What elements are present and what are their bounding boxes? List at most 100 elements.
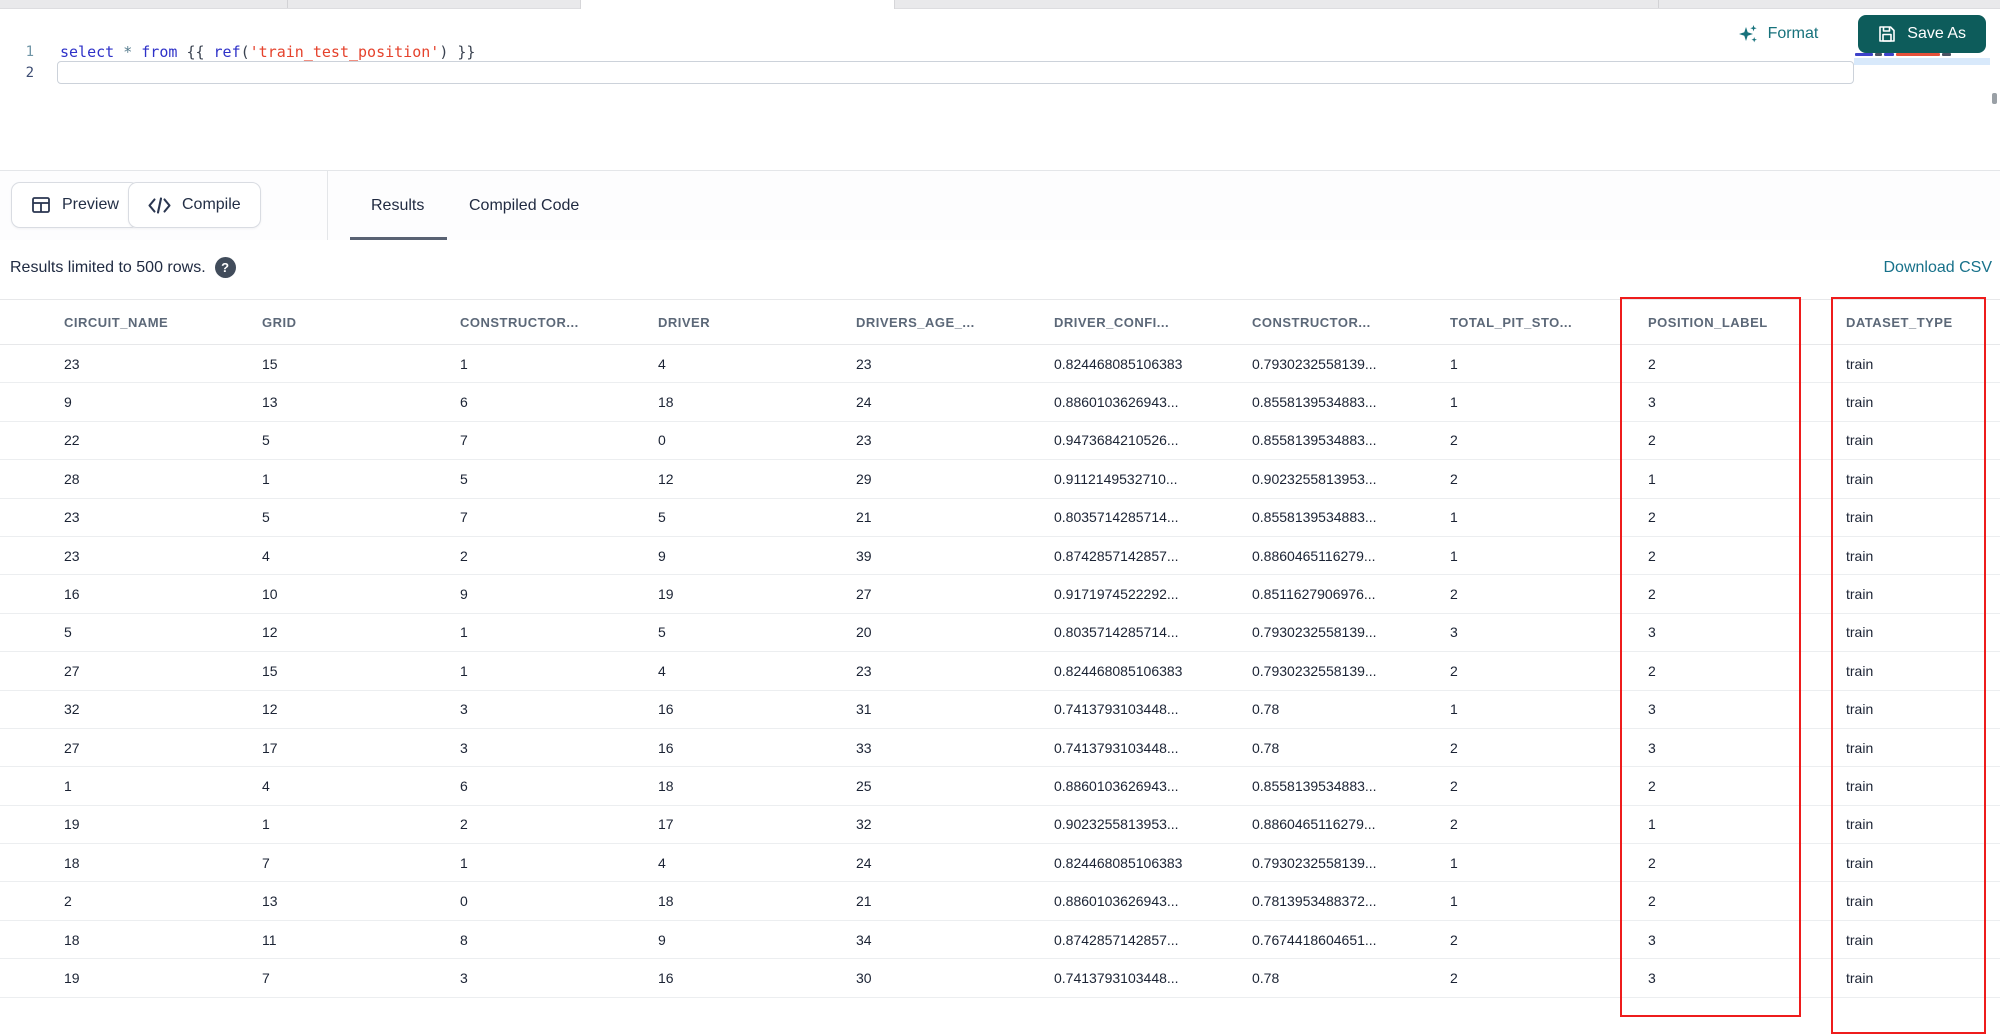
table-cell: 9 [64,394,72,411]
column-header: CONSTRUCTOR... [1252,314,1371,330]
table-cell: 0.824468085106383 [1054,662,1183,679]
table-cell: 18 [64,931,80,948]
column-header: CIRCUIT_NAME [64,314,169,330]
table-cell: 10 [262,586,278,603]
tab-results[interactable]: Results [371,171,424,240]
table-cell: train [1846,854,1874,871]
help-icon[interactable]: ? [214,257,236,278]
table-cell: 32 [856,816,872,833]
table-cell: 13 [262,394,278,411]
table-cell: 23 [856,355,872,372]
table-row: 23 5 7 5 21 0.8035714285714... 0.8558139534883… [0,499,2000,537]
preview-button[interactable]: Preview [11,182,139,228]
table-cell: 0.824468085106383 [1054,355,1183,372]
table-cell: 28 [64,470,80,487]
table-cell: 2 [1648,547,1656,564]
table-cell: 0.8558139534883... [1252,777,1377,794]
table-cell: 11 [262,931,277,948]
table-cell: 0.8860103626943... [1054,893,1179,910]
table-cell: 32 [64,701,80,718]
minimap[interactable] [1854,53,1990,65]
table-cell: 9 [658,931,666,948]
active-line-highlight [57,61,1854,84]
table-cell: 0 [460,893,468,910]
table-cell: 23 [64,355,80,372]
table-cell: 0.7674418604651... [1252,931,1377,948]
compile-button[interactable]: Compile [128,182,261,228]
table-cell: 3 [1648,624,1656,641]
table-cell: train [1846,355,1874,372]
table-cell: 4 [658,854,666,871]
table-cell: 1 [1450,854,1458,871]
table-cell: 5 [658,624,666,641]
column-header: GRID [262,314,297,330]
table-cell: 5 [460,470,468,487]
table-cell: 21 [856,509,872,526]
scrollbar-handle[interactable] [1992,93,1997,104]
active-file-tab[interactable] [580,0,895,9]
table-cell: 5 [64,624,72,641]
table-cell: 0.7413793103448... [1054,739,1179,756]
editor-actions: Format Save As [1732,15,1986,53]
table-cell: 34 [856,931,872,948]
table-cell: train [1846,816,1874,833]
sql-code-line[interactable]: select * from {{ ref('train_test_positio… [60,42,475,62]
table-cell: 7 [460,509,468,526]
table-cell: 23 [64,547,80,564]
table-cell: 8 [460,931,468,948]
download-csv-link[interactable]: Download CSV [1884,259,1993,277]
results-toolbar: Preview Compile Results Compiled Code [0,171,2000,240]
table-row: 27 15 1 4 23 0.824468085106383 0.7930232558139… [0,652,2000,691]
column-header: TOTAL_PIT_STO... [1450,314,1573,330]
table-cell: 2 [1648,432,1656,449]
table-cell: 2 [1450,777,1458,794]
table-cell: 3 [1648,739,1656,756]
table-cell: 29 [856,470,872,487]
table-cell: 21 [856,893,872,910]
table-row: 23 4 2 9 39 0.8742857142857... 0.8860465116279… [0,537,2000,576]
table-cell: 0.7930232558139... [1252,662,1377,679]
save-as-button[interactable]: Save As [1858,15,1986,53]
table-cell: 6 [460,777,468,794]
table-cell: 2 [1450,931,1458,948]
table-cell: 0.7930232558139... [1252,854,1377,871]
table-cell: 17 [262,739,278,756]
table-row: 22 5 7 0 23 0.9473684210526... 0.8558139534883… [0,422,2000,461]
table-cell: 2 [1648,662,1656,679]
minimap-code-line [1855,53,1990,56]
code-editor-panel: Format Save As 1 2 select * from {{ ref(… [0,9,2000,170]
table-cell: 0.8558139534883... [1252,394,1377,411]
table-cell: 12 [262,624,278,641]
column-header: DRIVERS_AGE_... [856,314,975,330]
tab-compiled-code[interactable]: Compiled Code [469,171,579,240]
compile-label: Compile [182,196,241,213]
table-cell: 0.7413793103448... [1054,969,1179,986]
code-icon [148,196,171,214]
table-cell: 16 [64,586,80,603]
table-row: 18 11 8 9 34 0.8742857142857... 0.767441860465… [0,921,2000,960]
table-cell: 0.824468085106383 [1054,854,1183,871]
results-table: CIRCUIT_NAME GRID CONSTRUCTOR... DRIVER DRIV… [0,299,2000,1020]
table-cell: 3 [1648,969,1656,986]
table-cell: 2 [1648,893,1656,910]
table-cell: 3 [1648,394,1656,411]
table-cell: train [1846,893,1874,910]
column-header: CONSTRUCTOR... [460,314,579,330]
table-cell: 0.8742857142857... [1054,547,1179,564]
format-button[interactable]: Format [1732,23,1825,46]
table-cell: train [1846,777,1874,794]
table-cell: 0.8558139534883... [1252,432,1377,449]
table-cell: 3 [460,701,468,718]
table-cell: 31 [856,701,872,718]
table-cell: 39 [856,547,872,564]
table-cell: 1 [460,662,468,679]
table-cell: 2 [1648,509,1656,526]
table-header-row: CIRCUIT_NAME GRID CONSTRUCTOR... DRIVER DRIV… [0,300,2000,345]
table-cell: 1 [1450,893,1458,910]
table-cell: 2 [460,816,468,833]
table-cell: 2 [1450,816,1458,833]
column-header: POSITION_LABEL [1648,314,1768,330]
table-cell: 0.9023255813953... [1054,816,1179,833]
table-cell: 23 [856,432,872,449]
table-cell: 1 [460,624,468,641]
